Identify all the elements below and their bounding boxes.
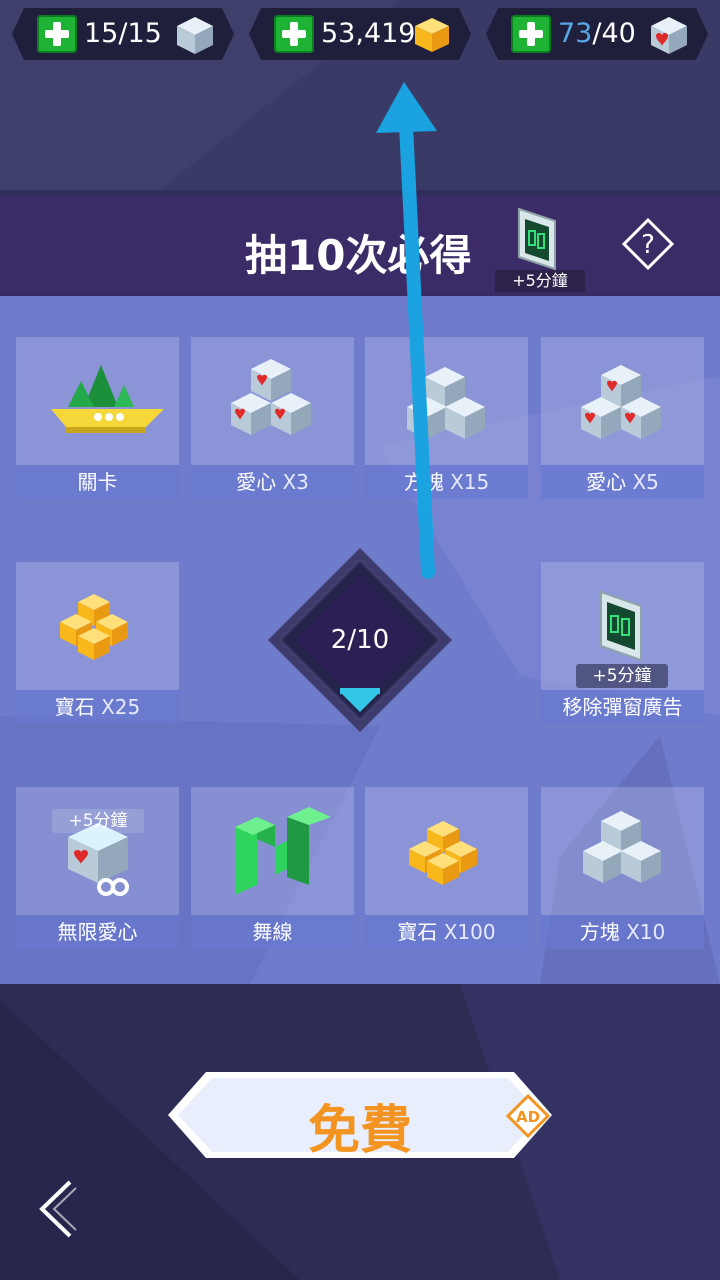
prize-remove-ads: +5分鐘 移除彈窗廣告 xyxy=(541,562,704,724)
banner-reward-label: +5分鐘 xyxy=(495,270,585,292)
gem-icon xyxy=(415,18,449,52)
prize-hearts-5: 愛心 X5 xyxy=(541,337,704,499)
bonus-time-tag: +5分鐘 xyxy=(52,809,144,833)
infinite-heart-icon xyxy=(68,823,129,896)
help-button[interactable]: ? xyxy=(622,218,674,270)
add-cubes-button[interactable] xyxy=(37,15,77,53)
prize-gems-100: 寶石 X100 xyxy=(365,787,528,949)
heart-cubes-icon xyxy=(581,365,661,439)
prize-gems-25: 寶石 X25 xyxy=(16,562,179,724)
help-icon: ? xyxy=(641,230,655,260)
resource-bar: 15/15 53,419 73/40 xyxy=(0,0,720,70)
gems-icon xyxy=(60,594,128,660)
svg-text:AD: AD xyxy=(516,1108,540,1126)
gem-counter: 53,419 xyxy=(249,8,471,60)
banner-title: 抽10次必得 xyxy=(245,231,472,280)
prize-label: 無限愛心 xyxy=(16,915,179,949)
heart-max: /40 xyxy=(592,18,636,49)
heart-cubes-icon xyxy=(231,359,311,435)
free-draw-label: 免費 xyxy=(307,1101,412,1161)
heart-cube-icon xyxy=(651,17,687,54)
no-ads-frame-icon xyxy=(518,207,556,271)
prize-label: 舞線 xyxy=(191,915,354,949)
bonus-time-tag: +5分鐘 xyxy=(576,664,668,688)
prize-label: 關卡 xyxy=(16,465,179,499)
prize-hearts-3: 愛心 X3 xyxy=(191,337,354,499)
cubes-icon xyxy=(407,367,485,439)
draw-progress-text: 2/10 xyxy=(330,625,390,655)
prize-cubes-10: 方塊 X10 xyxy=(541,787,704,949)
prize-label: 寶石 X100 xyxy=(365,915,528,949)
cube-count: 15/15 xyxy=(84,18,162,49)
prize-label: 寶石 X25 xyxy=(16,690,179,724)
gem-count: 53,419 xyxy=(321,18,416,49)
prize-label: 方塊 X15 xyxy=(365,465,528,499)
prize-label: 愛心 X3 xyxy=(191,465,354,499)
heart-count: 73/40 xyxy=(558,18,636,49)
back-arrow-icon[interactable] xyxy=(34,1178,84,1240)
level-island-icon xyxy=(51,365,164,433)
cubes-icon xyxy=(583,811,661,883)
prize-level: 關卡 xyxy=(16,337,179,499)
prize-label: 方塊 X10 xyxy=(541,915,704,949)
heart-counter: 73/40 xyxy=(486,8,708,60)
ad-badge-icon: AD xyxy=(506,1094,550,1138)
dance-line-icon xyxy=(235,807,331,895)
heart-current: 73 xyxy=(558,18,593,49)
prize-infinite-hearts: +5分鐘 無限愛心 xyxy=(16,787,179,949)
add-hearts-button[interactable] xyxy=(511,15,551,53)
cube-counter: 15/15 xyxy=(12,8,234,60)
add-gems-button[interactable] xyxy=(274,15,314,53)
cube-icon xyxy=(177,17,213,54)
prize-cubes-15: 方塊 X15 xyxy=(365,337,528,499)
prize-label: 移除彈窗廣告 xyxy=(541,690,704,724)
prize-dance-line: 舞線 xyxy=(191,787,354,949)
prize-label: 愛心 X5 xyxy=(541,465,704,499)
gems-icon xyxy=(409,821,477,885)
